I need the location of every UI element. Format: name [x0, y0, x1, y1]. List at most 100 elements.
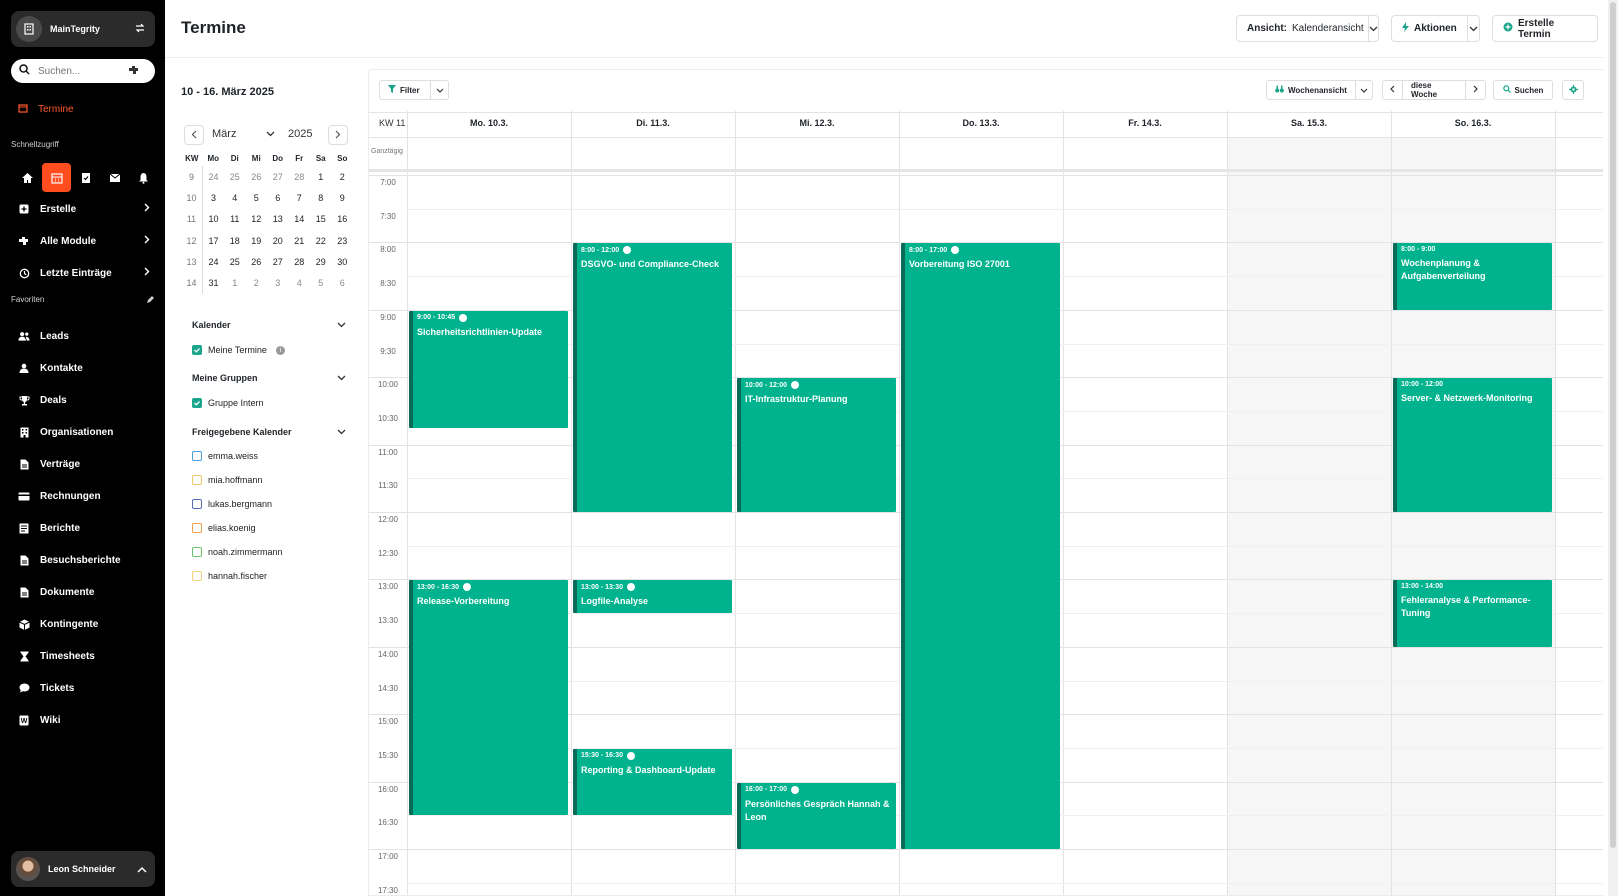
home-icon[interactable] [13, 163, 42, 192]
shared-calendar-checkbox[interactable]: hannah.fischer [192, 571, 267, 581]
mini-calendar-day[interactable]: 2 [332, 166, 354, 187]
mini-calendar-day[interactable]: 5 [310, 272, 332, 293]
shared-calendars-header[interactable]: Freigegebene Kalender [192, 427, 346, 437]
day-header[interactable]: Mo. 10.3. [407, 118, 571, 134]
mini-calendar-day[interactable]: 25 [224, 166, 246, 187]
prev-week-button[interactable] [1383, 81, 1403, 99]
bell-icon[interactable] [129, 163, 158, 192]
calendar-icon[interactable] [42, 163, 71, 192]
mini-calendar-day[interactable]: 8 [310, 187, 332, 208]
mini-calendar-day[interactable]: 12 [246, 209, 268, 230]
next-week-button[interactable] [1465, 81, 1485, 99]
sidebar-item-organisationen[interactable]: Organisationen [18, 422, 150, 442]
mini-calendar-day[interactable]: 26 [246, 166, 268, 187]
mini-calendar-day[interactable]: 23 [332, 230, 354, 251]
groups-header[interactable]: Meine Gruppen [192, 373, 346, 383]
mini-calendar-day[interactable]: 4 [289, 272, 311, 293]
menu-letzte-einträge[interactable]: Letzte Einträge [18, 263, 150, 283]
edit-pencil-icon[interactable] [146, 295, 155, 306]
sidebar-item-verträge[interactable]: Verträge [18, 454, 150, 474]
mini-calendar-day[interactable]: 24 [203, 251, 225, 272]
calendar-event[interactable]: 15:30 - 16:30 Reporting & Dashboard-Updat… [573, 748, 732, 816]
day-header[interactable]: Sa. 15.3. [1227, 118, 1391, 134]
create-appointment-button[interactable]: Erstelle Termin [1492, 15, 1598, 42]
mini-calendar-day[interactable]: 29 [310, 251, 332, 272]
sidebar-item-kontakte[interactable]: Kontakte [18, 358, 150, 378]
calendar-event[interactable]: 16:00 - 17:00 Persönliches Gespräch Hanna… [737, 782, 896, 849]
sidebar-item-berichte[interactable]: Berichte [18, 518, 150, 538]
sidebar-item-leads[interactable]: Leads [18, 326, 150, 346]
search-input[interactable] [38, 65, 120, 77]
task-check-icon[interactable] [71, 163, 100, 192]
day-header[interactable]: Do. 13.3. [899, 118, 1063, 134]
chevron-down-icon[interactable] [1367, 16, 1378, 41]
mini-calendar-day[interactable]: 16 [332, 209, 354, 230]
mini-calendar-day[interactable]: 30 [332, 251, 354, 272]
page-scrollbar[interactable] [1608, 0, 1618, 896]
scrollbar-thumb[interactable] [1610, 2, 1616, 848]
shared-calendar-checkbox[interactable]: elias.koenig [192, 523, 256, 533]
calendar-event[interactable]: 8:00 - 17:00 Vorbereitung ISO 27001 [901, 243, 1060, 849]
view-mode-select[interactable]: Wochenansicht [1266, 80, 1373, 100]
sidebar-item-deals[interactable]: Deals [18, 390, 150, 410]
mini-calendar-day[interactable]: 2 [246, 272, 268, 293]
shared-calendar-checkbox[interactable]: lukas.bergmann [192, 499, 272, 509]
shared-calendar-checkbox[interactable]: noah.zimmermann [192, 547, 283, 557]
day-header[interactable]: Di. 11.3. [571, 118, 735, 134]
mini-calendar-day[interactable]: 7 [289, 187, 311, 208]
day-header[interactable]: Fr. 14.3. [1063, 118, 1227, 134]
chevron-down-icon[interactable] [1466, 16, 1479, 41]
calendar-event[interactable]: 8:00 - 9:00 Wochenplanung & Aufgabenverte… [1393, 243, 1552, 310]
mini-calendar-day[interactable]: 3 [267, 272, 289, 293]
mini-calendar-day[interactable]: 11 [224, 209, 246, 230]
chevron-down-icon[interactable] [430, 81, 448, 99]
search-box[interactable] [11, 59, 155, 83]
mini-calendar-day[interactable]: 1 [310, 166, 332, 187]
mini-calendar-day[interactable]: 27 [267, 166, 289, 187]
sidebar-item-dokumente[interactable]: Dokumente [18, 582, 150, 602]
mini-calendar-day[interactable]: 22 [310, 230, 332, 251]
checkbox-my-appointments[interactable]: Meine Termine i [192, 345, 285, 355]
actions-button[interactable]: Aktionen [1391, 15, 1480, 42]
mini-calendar-day[interactable]: 24 [203, 166, 225, 187]
mini-calendar-day[interactable]: 18 [224, 230, 246, 251]
mini-calendar-day[interactable]: 25 [224, 251, 246, 272]
menu-alle-module[interactable]: Alle Module [18, 231, 150, 251]
shared-calendar-checkbox[interactable]: emma.weiss [192, 451, 258, 461]
mini-calendar-day[interactable]: 28 [289, 251, 311, 272]
shared-calendar-checkbox[interactable]: mia.hoffmann [192, 475, 262, 485]
all-day-row[interactable]: Ganztägig [369, 137, 1603, 172]
day-header[interactable]: Mi. 12.3. [735, 118, 899, 134]
chevron-down-icon[interactable] [1354, 81, 1372, 99]
sidebar-item-timesheets[interactable]: Timesheets [18, 646, 150, 666]
switch-icon[interactable] [135, 20, 145, 38]
sidebar-item-kontingente[interactable]: Kontingente [18, 614, 150, 634]
sidebar-item-rechnungen[interactable]: Rechnungen [18, 486, 150, 506]
mini-next-button[interactable] [328, 125, 348, 145]
mini-calendar-day[interactable]: 6 [267, 187, 289, 208]
calendar-event[interactable]: 13:00 - 13:30 Logfile-Analyse [573, 580, 732, 614]
mini-calendar-day[interactable]: 19 [246, 230, 268, 251]
checkbox-group-intern[interactable]: Gruppe Intern [192, 398, 264, 408]
mini-calendar-day[interactable]: 21 [289, 230, 311, 251]
mini-calendar-day[interactable]: 28 [289, 166, 311, 187]
info-icon[interactable]: i [275, 345, 285, 355]
calendar-event[interactable]: 10:00 - 12:00 IT-Infrastruktur-Planung [737, 378, 896, 512]
year-value[interactable]: 2025 [288, 128, 312, 140]
view-select[interactable]: Ansicht: Kalenderansicht [1236, 15, 1379, 42]
nav-item-termine[interactable]: Termine [18, 103, 74, 116]
calendar-event[interactable]: 13:00 - 16:30 Release-Vorbereitung [409, 580, 568, 816]
calendar-event[interactable]: 9:00 - 10:45 Sicherheitsrichtlinien-Updat… [409, 310, 568, 428]
filter-button[interactable]: Filter [379, 80, 449, 100]
month-select[interactable]: März [212, 128, 275, 140]
this-week-button[interactable]: diese Woche [1403, 81, 1465, 99]
sidebar-item-besuchsberichte[interactable]: Besuchsberichte [18, 550, 150, 570]
mini-calendar-day[interactable]: 5 [246, 187, 268, 208]
mini-calendar-day[interactable]: 31 [203, 272, 225, 293]
mail-icon[interactable] [100, 163, 129, 192]
mini-calendar-day[interactable]: 6 [332, 272, 354, 293]
sidebar-item-tickets[interactable]: Tickets [18, 678, 150, 698]
mini-calendar-day[interactable]: 14 [289, 209, 311, 230]
mini-calendar-day[interactable]: 13 [267, 209, 289, 230]
mini-calendar-day[interactable]: 3 [203, 187, 225, 208]
